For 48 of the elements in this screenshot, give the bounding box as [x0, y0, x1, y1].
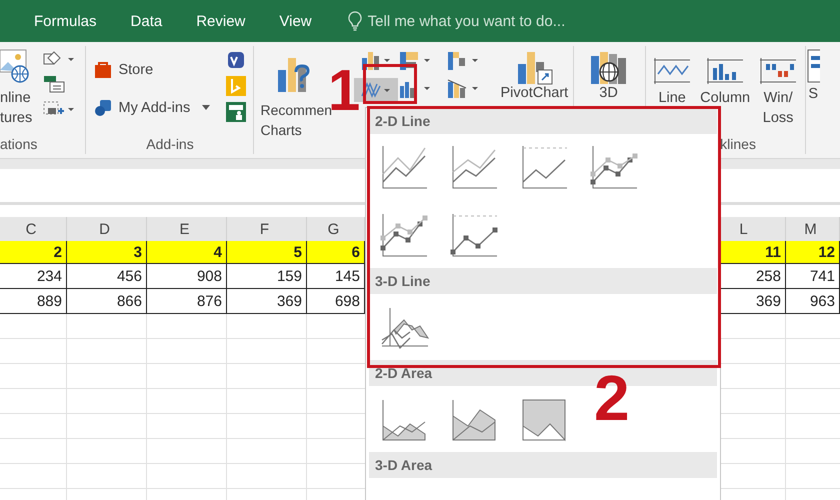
my-add-ins-button[interactable]: My Add-ins: [118, 98, 190, 118]
section-heading: 3-D Area: [369, 452, 717, 478]
section-heading: 2-D Line: [369, 108, 717, 134]
group-label: ations: [0, 136, 38, 154]
table-cell: 2: [0, 241, 67, 264]
table-cell: 3: [67, 241, 147, 264]
table-cell: 908: [147, 264, 227, 289]
group-label: Add-ins: [145, 136, 195, 154]
sparkline-button[interactable]: Column: [700, 88, 750, 108]
column-sparkline-icon: [705, 56, 746, 86]
visio-icon[interactable]: [226, 50, 246, 70]
slicer-icon: [806, 48, 820, 84]
sparkline-button[interactable]: Win/ Loss: [762, 88, 794, 128]
store-icon: [94, 61, 112, 79]
people-graph-icon[interactable]: [226, 102, 246, 122]
table-cell: 5: [227, 241, 307, 264]
section-heading: 3-D Line: [369, 268, 717, 294]
3d-map-icon: [588, 50, 629, 86]
ribbon-tab[interactable]: Data: [130, 10, 162, 32]
win-loss-sparkline-icon: [758, 56, 798, 86]
3d-map-button[interactable]: 3D: [599, 86, 618, 100]
table-cell: 12: [786, 241, 840, 264]
add-in-icon: [94, 99, 112, 117]
table-cell: 741: [786, 264, 840, 289]
group-label: klines: [719, 136, 757, 154]
online-pictures-label[interactable]: nline tures: [0, 88, 32, 128]
table-cell: 963: [786, 289, 840, 314]
sparkline-button[interactable]: Line: [658, 88, 686, 108]
table-cell: 876: [147, 289, 227, 314]
lightbulb-icon: [348, 11, 362, 31]
table-cell: 866: [67, 289, 147, 314]
ribbon-tab[interactable]: Formulas: [34, 10, 97, 32]
caret-icon[interactable]: [202, 105, 210, 111]
slicer-button[interactable]: S: [808, 84, 818, 104]
table-cell: 4: [147, 241, 227, 264]
ribbon-tab[interactable]: View: [279, 10, 312, 32]
ribbon-tab[interactable]: Review: [196, 10, 246, 32]
table-cell: 159: [227, 264, 307, 289]
table-cell: 234: [0, 264, 67, 289]
smartart-icon[interactable]: [42, 74, 66, 94]
table-cell: 456: [67, 264, 147, 289]
table-cell: 889: [0, 289, 67, 314]
pivotchart-button[interactable]: PivotChart: [500, 86, 568, 100]
line-sparkline-icon: [652, 56, 692, 86]
highlight-box: [363, 64, 417, 104]
table-cell: 369: [227, 289, 307, 314]
store-button[interactable]: Store: [118, 60, 154, 80]
tell-me-field[interactable]: Tell me what you want to do...: [368, 12, 566, 30]
